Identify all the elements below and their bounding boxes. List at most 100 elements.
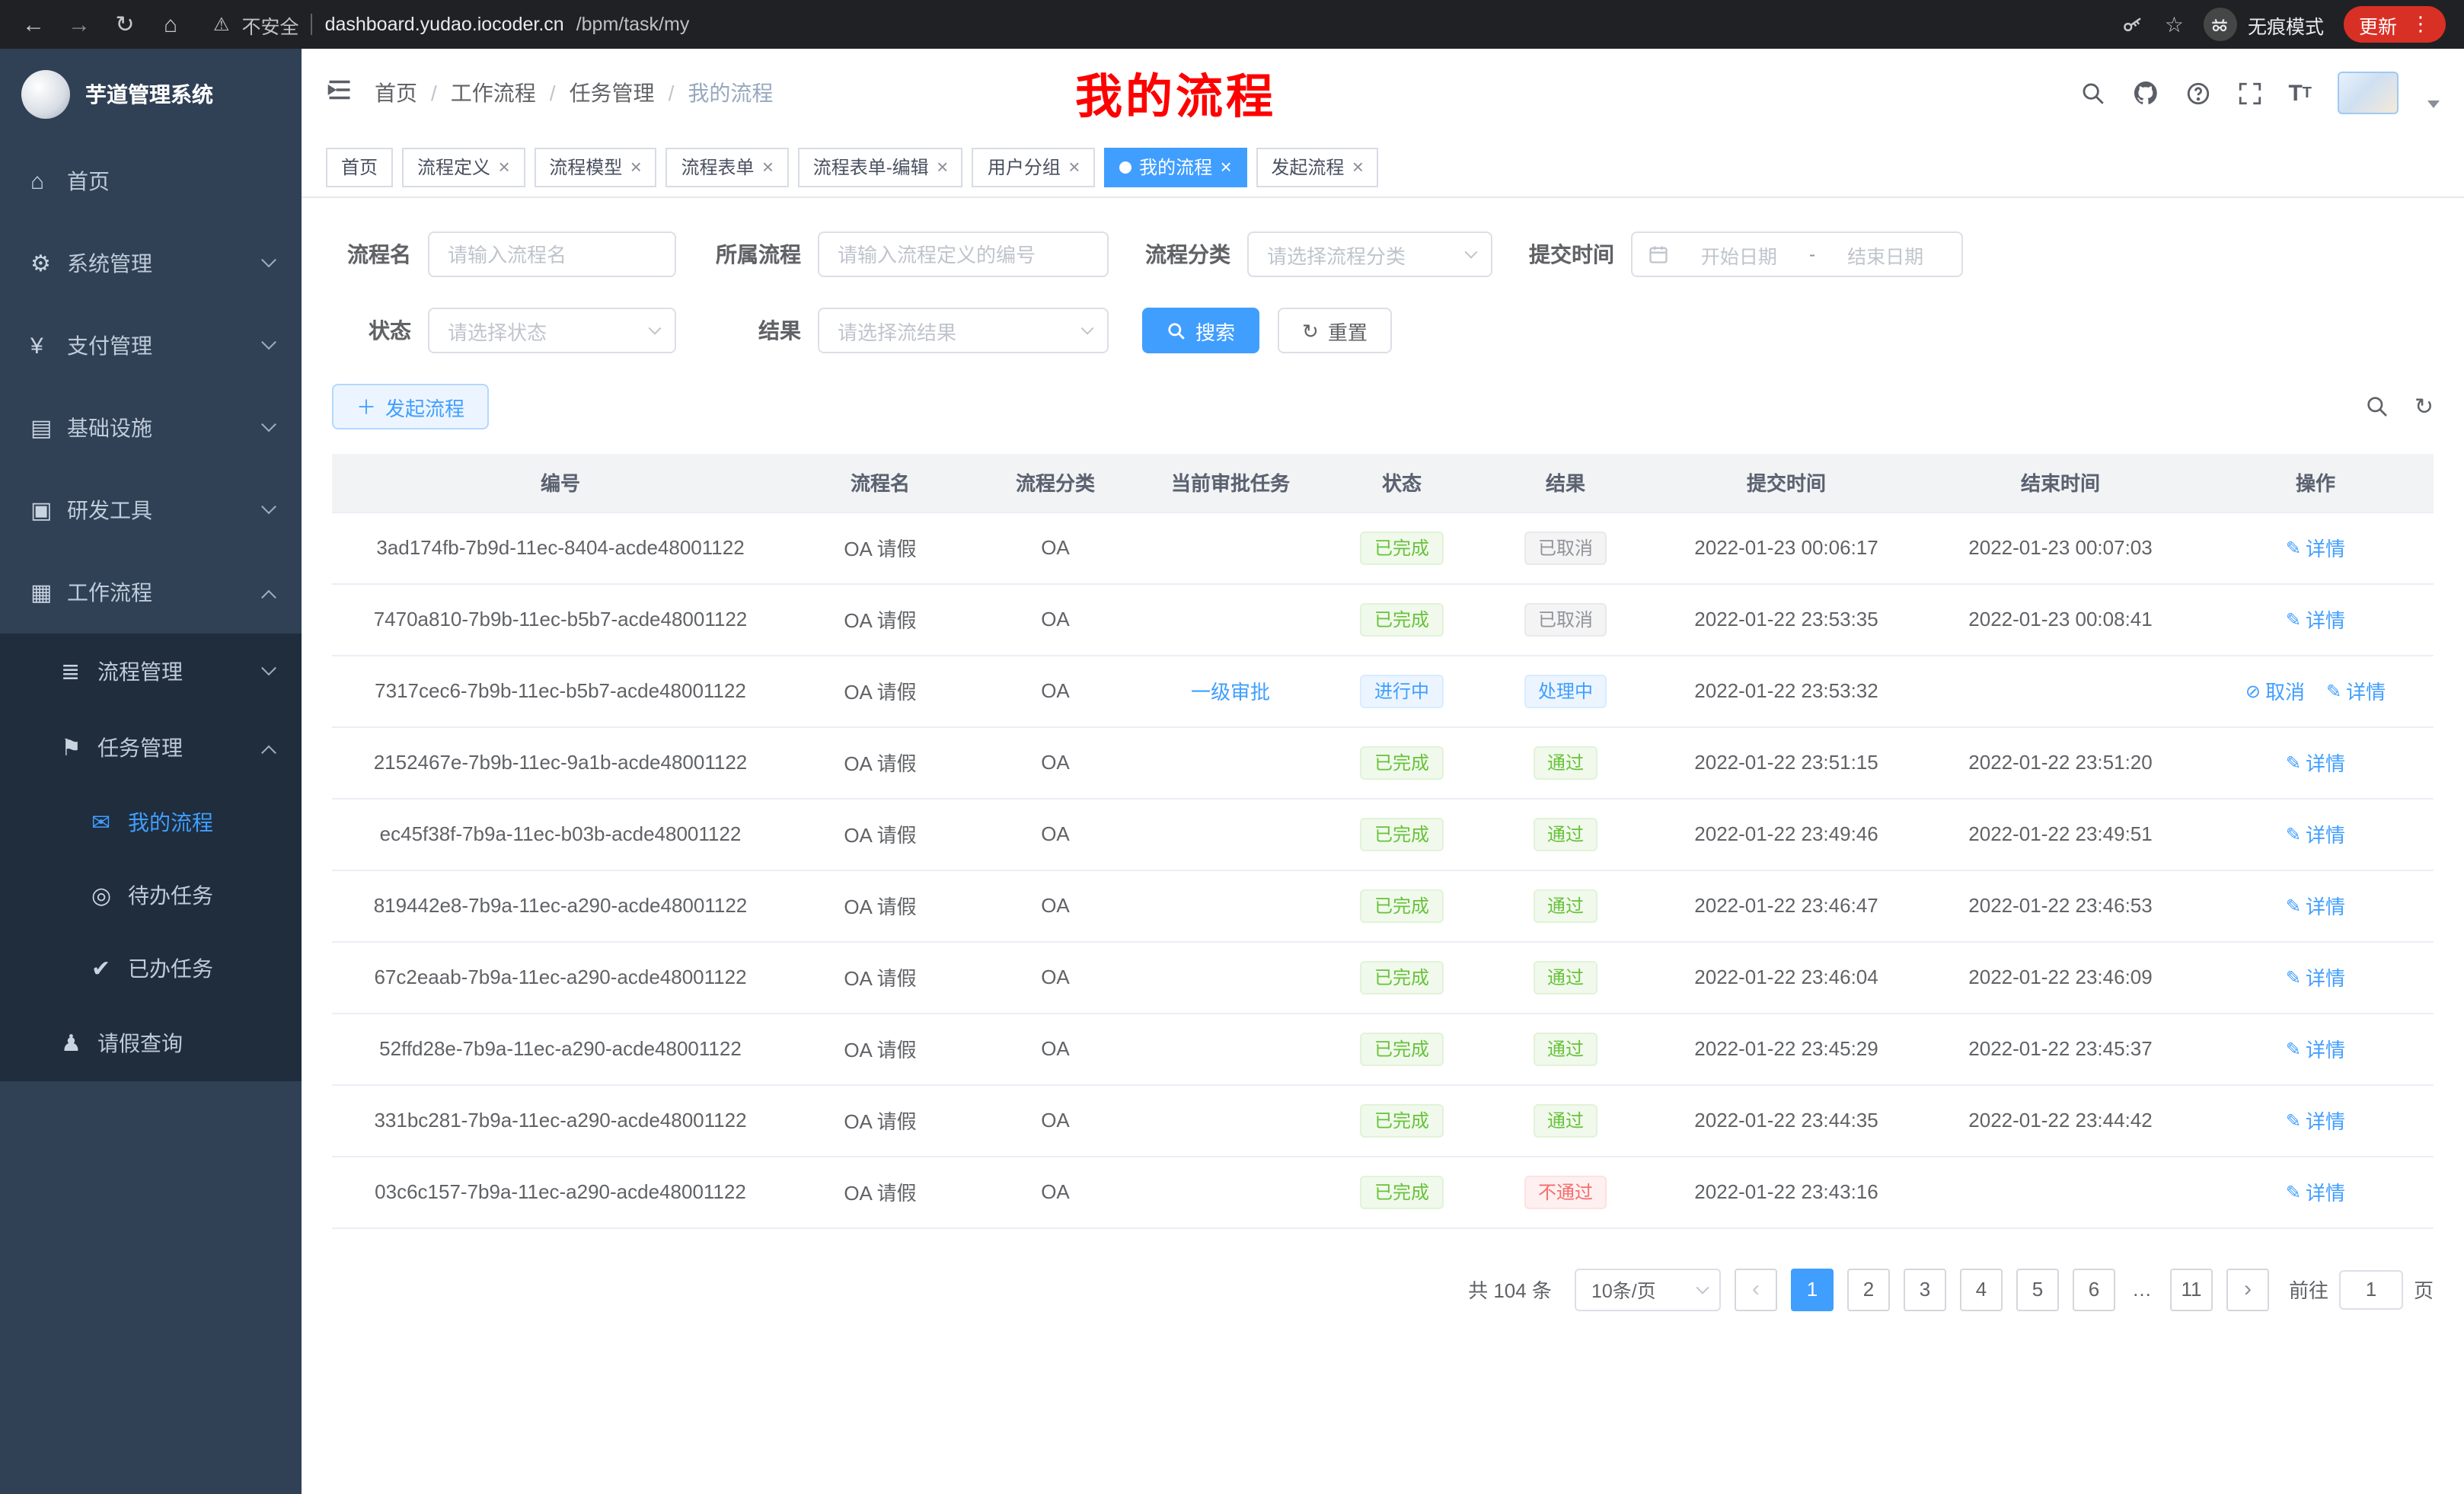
page-button-3[interactable]: 3	[1904, 1268, 1946, 1310]
submit-time-range-picker[interactable]: 开始日期 - 结束日期	[1631, 231, 1963, 277]
search-button[interactable]: 搜索	[1142, 308, 1259, 353]
tab-process-form[interactable]: 流程表单×	[665, 147, 788, 187]
goto-page-input[interactable]	[2339, 1269, 2403, 1309]
cell-id: 52ffd28e-7b9a-11ec-a290-acde48001122	[332, 1013, 789, 1084]
refresh-table-icon[interactable]: ↻	[2415, 393, 2434, 420]
page-button-5[interactable]: 5	[2016, 1268, 2059, 1310]
page-button-1[interactable]: 1	[1791, 1268, 1834, 1310]
breadcrumb-separator: /	[669, 81, 675, 105]
action-detail-link[interactable]: ✎详情	[2286, 533, 2345, 562]
category-select[interactable]: 请选择流程分类	[1247, 231, 1492, 277]
action-detail-link[interactable]: ✎详情	[2326, 676, 2386, 705]
breadcrumb-item-workflow[interactable]: 工作流程	[451, 78, 536, 108]
process-name-input[interactable]	[428, 231, 676, 277]
browser-update-button[interactable]: 更新 ⋮	[2344, 6, 2446, 43]
tab-close-icon[interactable]: ×	[762, 157, 774, 177]
tab-close-icon[interactable]: ×	[1068, 157, 1080, 177]
browser-back-icon[interactable]: ←	[18, 11, 49, 37]
col-current-task: 当前审批任务	[1139, 454, 1322, 512]
action-detail-link[interactable]: ✎详情	[2286, 1177, 2345, 1206]
hamburger-icon[interactable]	[326, 75, 353, 110]
table-row: 7470a810-7b9b-11ec-b5b7-acde48001122OA 请…	[332, 583, 2434, 655]
tab-process-model[interactable]: 流程模型×	[534, 147, 656, 187]
tab-home[interactable]: 首页	[326, 147, 393, 187]
app-title: 芋道管理系统	[85, 79, 213, 110]
screenshot-root: ← → ↻ ⌂ ⚠ 不安全 dashboard.yudao.iocoder.cn…	[0, 0, 2464, 1494]
tab-start-process[interactable]: 发起流程×	[1256, 147, 1378, 187]
sidebar-item-devtools[interactable]: ▣研发工具	[0, 469, 302, 551]
sidebar-item-payment[interactable]: ¥支付管理	[0, 305, 302, 387]
avatar[interactable]	[2338, 72, 2399, 114]
help-icon[interactable]	[2185, 80, 2210, 106]
tab-close-icon[interactable]: ×	[498, 157, 509, 177]
sidebar-item-my-process[interactable]: ✉我的流程	[0, 786, 302, 859]
action-detail-link[interactable]: ✎详情	[2286, 605, 2345, 634]
search-button-label: 搜索	[1195, 316, 1235, 345]
sidebar-item-infrastructure[interactable]: ▤基础设施	[0, 387, 302, 469]
tab-process-definition[interactable]: 流程定义×	[402, 147, 525, 187]
app-logo[interactable]: 芋道管理系统	[0, 49, 302, 140]
bookmark-star-icon[interactable]: ☆	[2165, 11, 2184, 37]
page-button-2[interactable]: 2	[1847, 1268, 1890, 1310]
status-select[interactable]: 请选择状态	[428, 308, 676, 353]
fullscreen-icon[interactable]	[2236, 80, 2262, 106]
address-bar[interactable]: ⚠ 不安全 dashboard.yudao.iocoder.cn/bpm/tas…	[213, 10, 689, 39]
page-button-11[interactable]: 11	[2170, 1268, 2213, 1310]
pagination-ellipsis[interactable]: …	[2129, 1278, 2156, 1301]
avatar-caret-down-icon[interactable]	[2427, 101, 2440, 108]
current-task-link[interactable]: 一级审批	[1191, 681, 1270, 704]
sidebar-item-task-mgmt[interactable]: ⚑任务管理	[0, 710, 302, 786]
process-name-label: 流程名	[332, 239, 411, 270]
start-process-button[interactable]: ＋ 发起流程	[332, 384, 489, 429]
process-def-input[interactable]	[818, 231, 1109, 277]
sidebar-item-workflow[interactable]: ▦工作流程	[0, 551, 302, 634]
action-detail-link[interactable]: ✎详情	[2286, 819, 2345, 848]
home-icon: ⌂	[30, 168, 67, 194]
tab-close-icon[interactable]: ×	[1220, 157, 1231, 177]
tab-close-icon[interactable]: ×	[1352, 157, 1363, 177]
status-badge: 已完成	[1361, 1175, 1443, 1208]
action-detail-link[interactable]: ✎详情	[2286, 962, 2345, 991]
sidebar-item-process-mgmt[interactable]: ≣流程管理	[0, 634, 302, 710]
sidebar-item-leave-query[interactable]: ♟请假查询	[0, 1005, 302, 1081]
github-icon[interactable]	[2131, 79, 2159, 107]
cell-submit-time: 2022-01-22 23:46:04	[1649, 941, 1923, 1013]
action-detail-link[interactable]: ✎详情	[2286, 1034, 2345, 1063]
detail-icon: ✎	[2286, 537, 2301, 558]
page-button-6[interactable]: 6	[2073, 1268, 2115, 1310]
sidebar-item-done-task[interactable]: ✔已办任务	[0, 932, 302, 1005]
browser-forward-icon[interactable]: →	[64, 11, 94, 37]
cell-submit-time: 2022-01-22 23:43:16	[1649, 1156, 1923, 1227]
font-size-icon[interactable]: TT	[2288, 80, 2312, 106]
breadcrumb-item-task-mgmt[interactable]: 任务管理	[570, 78, 655, 108]
logo-avatar	[21, 70, 70, 119]
page-button-4[interactable]: 4	[1960, 1268, 2003, 1310]
tab-process-form-edit[interactable]: 流程表单-编辑×	[798, 147, 963, 187]
next-page-button[interactable]: ›	[2226, 1268, 2269, 1310]
tab-user-group[interactable]: 用户分组×	[972, 147, 1095, 187]
sidebar-item-home[interactable]: ⌂首页	[0, 140, 302, 222]
reset-button[interactable]: ↻ 重置	[1278, 308, 1392, 353]
browser-reload-icon[interactable]: ↻	[110, 11, 140, 38]
action-cancel-link[interactable]: ⊘取消	[2245, 676, 2305, 705]
sidebar-item-system[interactable]: ⚙系统管理	[0, 222, 302, 305]
result-select[interactable]: 请选择流结果	[818, 308, 1109, 353]
cell-current-task	[1139, 941, 1322, 1013]
page-size-select[interactable]: 10条/页	[1575, 1268, 1721, 1310]
tab-close-icon[interactable]: ×	[630, 157, 641, 177]
plus-icon: ＋	[356, 397, 376, 417]
breadcrumb-item-home[interactable]: 首页	[375, 78, 417, 108]
table-row: 52ffd28e-7b9a-11ec-a290-acde48001122OA 请…	[332, 1013, 2434, 1084]
browser-menu-icon[interactable]: ⋮	[2411, 12, 2430, 37]
search-icon[interactable]	[2079, 80, 2105, 106]
tab-close-icon[interactable]: ×	[937, 157, 948, 177]
browser-home-icon[interactable]: ⌂	[155, 11, 186, 37]
action-detail-link[interactable]: ✎详情	[2286, 891, 2345, 920]
prev-page-button[interactable]: ‹	[1735, 1268, 1777, 1310]
action-detail-link[interactable]: ✎详情	[2286, 748, 2345, 777]
action-detail-link[interactable]: ✎详情	[2286, 1106, 2345, 1135]
toggle-search-icon[interactable]	[2366, 394, 2390, 419]
sidebar-item-todo-task[interactable]: ◎待办任务	[0, 859, 302, 932]
password-key-icon[interactable]	[2122, 13, 2145, 36]
tab-my-process[interactable]: 我的流程×	[1104, 147, 1246, 187]
